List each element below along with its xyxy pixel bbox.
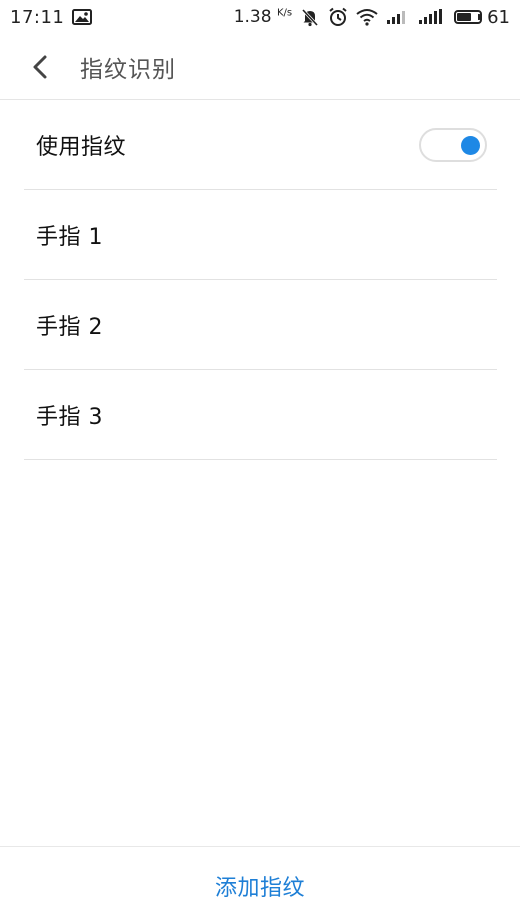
signal-icon [418, 9, 446, 25]
status-right: 1.38 K/s 61 [234, 7, 510, 28]
battery-percent: 61 [487, 6, 510, 28]
add-fingerprint-button[interactable]: 添加指纹 [195, 860, 325, 912]
chevron-left-icon [29, 53, 51, 81]
use-fingerprint-label: 使用指纹 [36, 134, 127, 160]
finger-row-2[interactable]: 手指 2 [24, 280, 497, 370]
settings-list: 使用指纹 手指 1 手指 2 手指 3 [24, 100, 497, 460]
battery: 61 [454, 7, 510, 28]
header: 指纹识别 [0, 34, 520, 100]
finger-label: 手指 2 [36, 314, 103, 340]
signal-icon [386, 9, 410, 25]
image-icon [72, 9, 93, 25]
finger-row-1[interactable]: 手指 1 [24, 190, 497, 280]
finger-label: 手指 3 [36, 404, 103, 430]
finger-label: 手指 1 [36, 224, 103, 250]
notification-off-icon [300, 7, 320, 27]
battery-fill [457, 13, 471, 21]
toggle-knob [461, 135, 480, 155]
status-time: 17:11 [10, 6, 65, 28]
wifi-icon [356, 8, 378, 26]
page-title: 指纹识别 [80, 56, 176, 83]
net-speed: 1.38 K/s [234, 7, 292, 27]
net-speed-value: 1.38 [233, 7, 272, 27]
finger-row-3[interactable]: 手指 3 [24, 370, 497, 460]
battery-shell [454, 10, 483, 24]
bottom-bar: 添加指纹 [0, 846, 520, 924]
alarm-icon [328, 7, 348, 27]
net-speed-unit: K/s [276, 7, 293, 19]
battery-icon [454, 10, 483, 24]
back-button[interactable] [8, 34, 72, 100]
use-fingerprint-row[interactable]: 使用指纹 [24, 100, 497, 190]
use-fingerprint-toggle[interactable] [419, 127, 487, 162]
status-left: 17:11 [10, 6, 93, 28]
status-bar: 17:11 1.38 K/s 61 [0, 0, 520, 34]
